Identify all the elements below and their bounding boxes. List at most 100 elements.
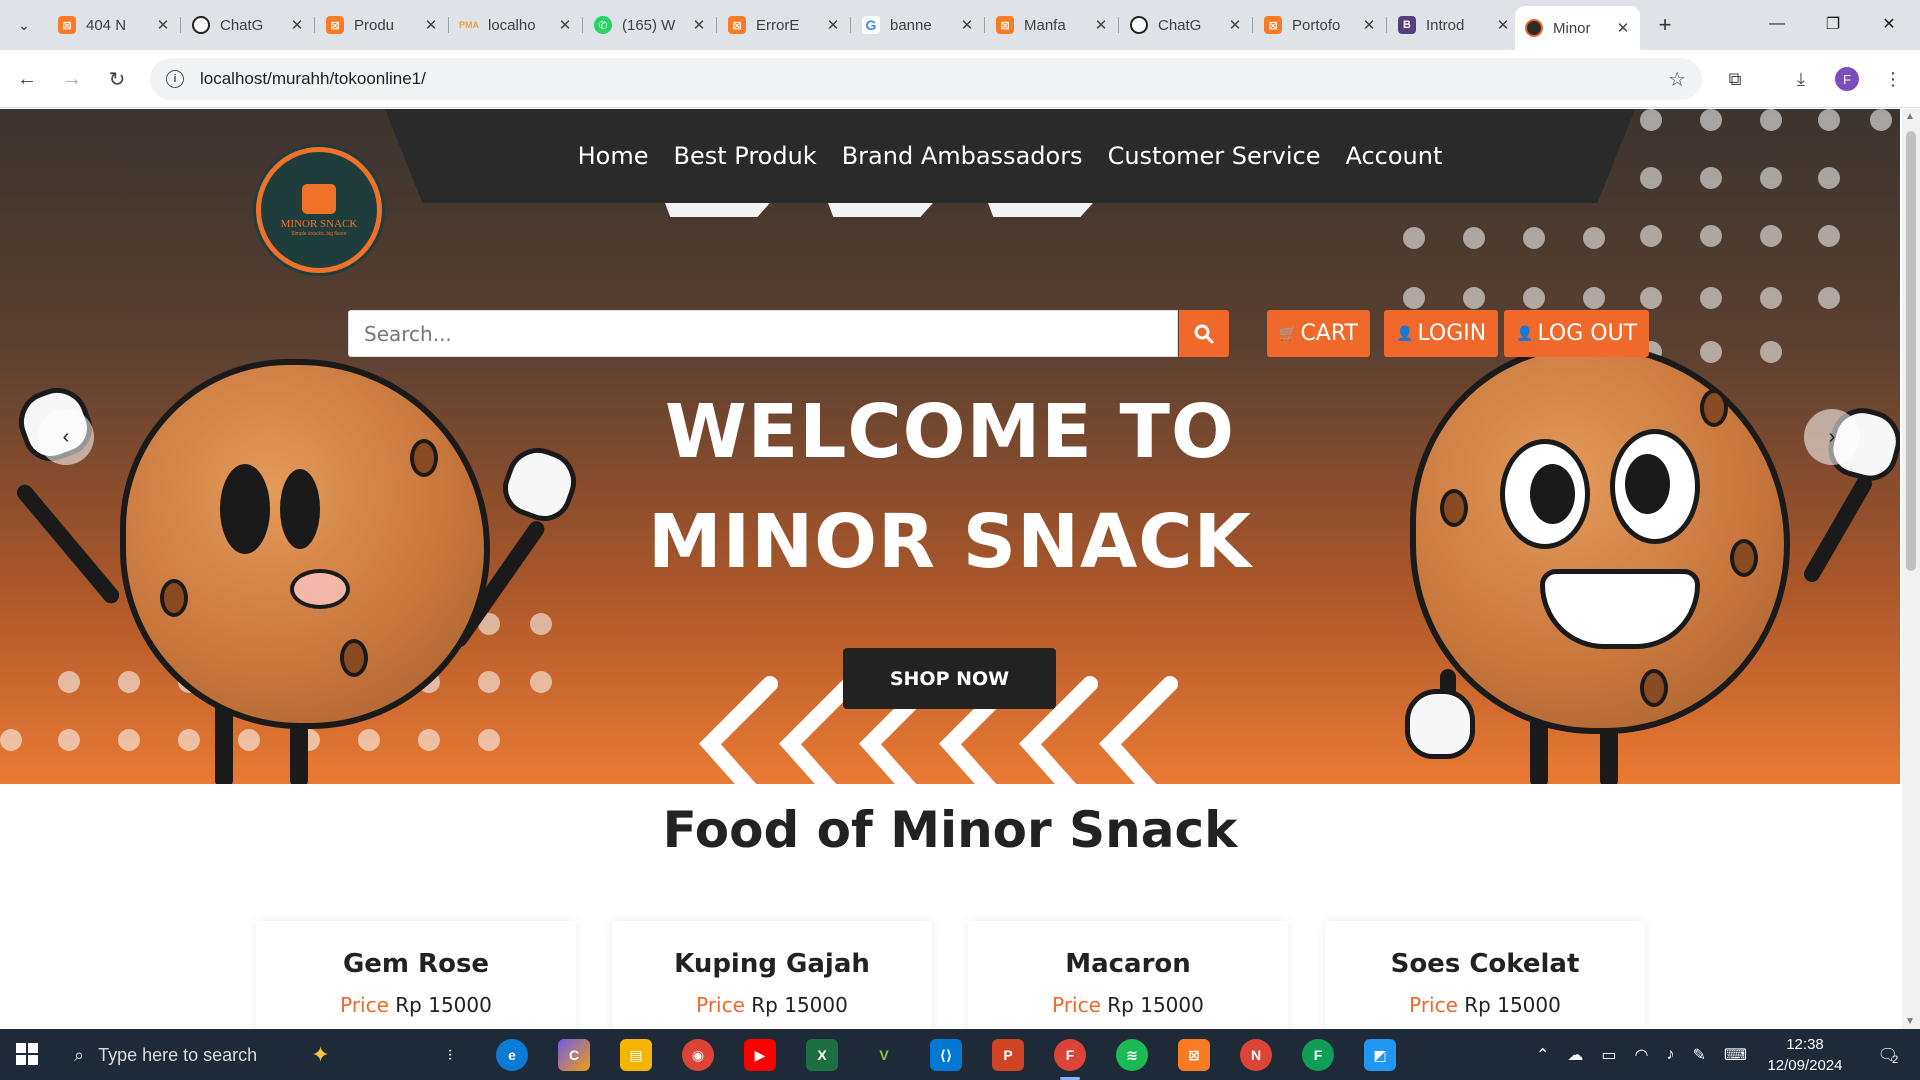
tab-11[interactable]: B Introd ✕ (1388, 8, 1520, 42)
edge-icon[interactable]: e (496, 1039, 528, 1071)
close-tab-icon[interactable]: ✕ (556, 16, 574, 34)
chevron-up-icon[interactable]: ⌃ (1536, 1045, 1549, 1065)
taskbar-search[interactable]: ⌕ Type here to search ✦ (62, 1035, 402, 1075)
product-card[interactable]: Kuping Gajah Price Rp 15000 (612, 921, 932, 1029)
windows-taskbar: ⌕ Type here to search ✦ ⫶ e C ▤ ◉ ▶ X V … (0, 1029, 1920, 1080)
search-button[interactable] (1179, 310, 1229, 357)
tab-title: (165) W (622, 16, 676, 34)
restore-button[interactable]: ❐ (1810, 6, 1856, 42)
tab-6[interactable]: ⊠ ErrorE ✕ (718, 8, 851, 42)
nav-best-produk[interactable]: Best Produk (674, 142, 817, 170)
login-button[interactable]: 👤 LOGIN (1384, 310, 1499, 357)
tab-1[interactable]: ⊠ 404 N ✕ (48, 8, 181, 42)
cart-button[interactable]: 🛒 CART (1267, 310, 1370, 357)
close-tab-icon[interactable]: ✕ (1360, 16, 1378, 34)
youtube-icon[interactable]: ▶ (744, 1039, 776, 1071)
chrome-profile-icon[interactable]: F (1054, 1039, 1086, 1080)
tab-9[interactable]: ChatG ✕ (1120, 8, 1253, 42)
close-tab-icon[interactable]: ✕ (824, 16, 842, 34)
profile-avatar[interactable]: F (1835, 67, 1859, 91)
product-card[interactable]: Soes Cokelat Price Rp 15000 (1325, 921, 1645, 1029)
scroll-down-icon[interactable]: ▼ (1905, 1016, 1915, 1027)
close-tab-icon[interactable]: ✕ (1614, 19, 1632, 37)
forward-button[interactable]: → (55, 62, 89, 96)
extensions-icon[interactable]: ⧉ (1718, 62, 1752, 96)
page-scrollbar[interactable]: ▲ ▼ (1902, 109, 1920, 1029)
battery-icon[interactable]: ▭ (1601, 1045, 1616, 1065)
tab-10[interactable]: ⊠ Portofo ✕ (1254, 8, 1387, 42)
wifi-icon[interactable]: ◠ (1635, 1045, 1649, 1065)
address-bar[interactable]: i localhost/murahh/tokoonline1/ ☆ (150, 58, 1702, 100)
back-button[interactable]: ← (10, 62, 44, 96)
excel-icon[interactable]: X (806, 1039, 838, 1071)
new-tab-button[interactable]: + (1650, 10, 1680, 40)
bookmark-star-icon[interactable]: ☆ (1668, 67, 1686, 92)
nav-home[interactable]: Home (578, 142, 649, 170)
site-logo[interactable]: MINOR SNACK Simple snacks, big flavor (256, 147, 382, 273)
tab-12-active[interactable]: Minor ✕ (1515, 6, 1640, 50)
tab-3[interactable]: ⊠ Produ ✕ (316, 8, 449, 42)
download-icon[interactable]: ⤓ (1784, 62, 1818, 96)
photos-icon[interactable]: ◩ (1364, 1039, 1396, 1071)
pen-icon[interactable]: ✎ (1693, 1045, 1706, 1065)
price-label: Price (696, 993, 745, 1017)
scroll-up-icon[interactable]: ▲ (1905, 111, 1915, 122)
close-tab-icon[interactable]: ✕ (1226, 16, 1244, 34)
taskbar-clock[interactable]: 12:38 12/09/2024 (1760, 1034, 1850, 1076)
powerpoint-icon[interactable]: P (992, 1039, 1024, 1071)
task-view-icon[interactable]: ⫶ (434, 1039, 466, 1071)
close-tab-icon[interactable]: ✕ (154, 16, 172, 34)
nav-customer-service[interactable]: Customer Service (1108, 142, 1321, 170)
cloud-icon[interactable]: ☁ (1567, 1045, 1583, 1065)
volume-icon[interactable]: ♪ (1667, 1046, 1675, 1064)
carousel-prev-button[interactable]: ‹ (38, 409, 94, 465)
logout-button[interactable]: 👤 LOG OUT (1504, 310, 1650, 357)
chatgpt-icon (192, 16, 210, 34)
close-tab-icon[interactable]: ✕ (288, 16, 306, 34)
product-price: Price Rp 15000 (1325, 993, 1645, 1017)
reload-button[interactable]: ↻ (100, 62, 134, 96)
product-card[interactable]: Gem Rose Price Rp 15000 (256, 921, 576, 1029)
vim-icon[interactable]: V (868, 1039, 900, 1071)
tab-title: Portofo (1292, 16, 1341, 34)
copilot-sparkle-icon: ✦ (311, 1042, 330, 1067)
tab-search-button[interactable]: ⌄ (8, 10, 40, 40)
spotify-icon[interactable]: ≋ (1116, 1039, 1148, 1071)
minimize-button[interactable]: — (1754, 6, 1800, 42)
chrome-icon[interactable]: ◉ (682, 1039, 714, 1071)
tab-4[interactable]: PMA localho ✕ (450, 8, 583, 42)
tab-5[interactable]: ✆ (165) W ✕ (584, 8, 717, 42)
site-info-icon[interactable]: i (166, 70, 184, 88)
keyboard-icon[interactable]: ⌨ (1724, 1045, 1747, 1065)
nav-account[interactable]: Account (1345, 142, 1442, 170)
copilot-icon[interactable]: C (558, 1039, 590, 1071)
chrome-profile-icon[interactable]: N (1240, 1039, 1272, 1071)
search-input[interactable]: Search... (348, 310, 1178, 357)
close-tab-icon[interactable]: ✕ (1092, 16, 1110, 34)
tab-2[interactable]: ChatG ✕ (182, 8, 315, 42)
tab-8[interactable]: ⊠ Manfa ✕ (986, 8, 1119, 42)
xampp-icon: ⊠ (1264, 16, 1282, 34)
file-explorer-icon[interactable]: ▤ (620, 1039, 652, 1071)
xampp-icon[interactable]: ⊠ (1178, 1039, 1210, 1071)
close-tab-icon[interactable]: ✕ (422, 16, 440, 34)
close-tab-icon[interactable]: ✕ (1494, 16, 1512, 34)
chrome-profile-icon[interactable]: F (1302, 1039, 1334, 1071)
store-icon (302, 183, 336, 214)
phpmyadmin-icon: PMA (459, 20, 479, 30)
product-card[interactable]: Macaron Price Rp 15000 (968, 921, 1288, 1029)
close-window-button[interactable]: ✕ (1866, 6, 1912, 42)
browser-menu-icon[interactable]: ⋮ (1876, 62, 1910, 96)
notification-count: 2 (1892, 1054, 1899, 1066)
tab-7[interactable]: Gbanne ✕ (852, 8, 985, 42)
nav-brand-ambassadors[interactable]: Brand Ambassadors (842, 142, 1083, 170)
carousel-next-button[interactable]: › (1804, 409, 1860, 465)
shop-now-button[interactable]: SHOP NOW (843, 648, 1056, 709)
vscode-icon[interactable]: ⟨⟩ (930, 1039, 962, 1071)
close-tab-icon[interactable]: ✕ (958, 16, 976, 34)
close-tab-icon[interactable]: ✕ (690, 16, 708, 34)
google-icon: G (862, 16, 880, 34)
windows-start-icon[interactable] (16, 1043, 38, 1065)
notification-icon[interactable]: 🗨 2 (1874, 1041, 1902, 1069)
scrollbar-thumb[interactable] (1906, 131, 1916, 571)
